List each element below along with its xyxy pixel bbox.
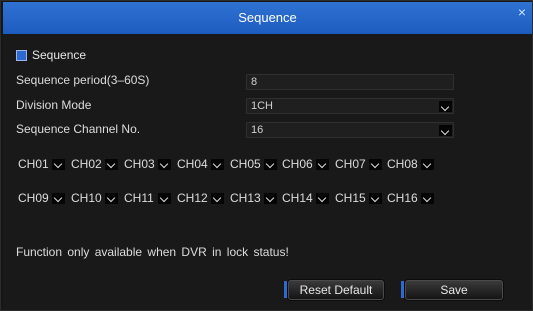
chevron-down-icon[interactable]: [421, 193, 434, 204]
channel-select-ch13[interactable]: CH13: [230, 190, 280, 206]
channel-label: CH05: [230, 157, 261, 171]
division-mode-value: 1CH: [251, 100, 274, 112]
channel-select-ch15[interactable]: CH15: [335, 190, 385, 206]
sequence-checkbox[interactable]: [16, 50, 27, 61]
channel-label: CH08: [387, 157, 418, 171]
chevron-down-icon[interactable]: [264, 159, 277, 170]
sequence-channel-no-select[interactable]: 16: [246, 122, 454, 138]
chevron-down-icon[interactable]: [52, 193, 65, 204]
chevron-down-icon[interactable]: [211, 193, 224, 204]
reset-default-button[interactable]: Reset Default: [288, 280, 384, 300]
chevron-down-icon[interactable]: [439, 125, 452, 136]
sequence-dialog: Sequence × Sequence Sequence period(3–60…: [0, 0, 533, 311]
chevron-down-icon[interactable]: [316, 159, 329, 170]
channel-select-ch02[interactable]: CH02: [71, 156, 121, 172]
channel-label: CH13: [230, 191, 261, 205]
channel-label: CH02: [71, 157, 102, 171]
sequence-period-value: 8: [251, 76, 258, 88]
channel-select-ch08[interactable]: CH08: [387, 156, 437, 172]
chevron-down-icon[interactable]: [211, 159, 224, 170]
sequence-period-input[interactable]: 8: [246, 74, 454, 90]
channel-select-ch10[interactable]: CH10: [71, 190, 121, 206]
channel-label: CH15: [335, 191, 366, 205]
channel-label: CH16: [387, 191, 418, 205]
chevron-down-icon[interactable]: [52, 159, 65, 170]
save-button-accent: [401, 281, 404, 298]
channel-select-ch07[interactable]: CH07: [335, 156, 385, 172]
chevron-down-icon[interactable]: [369, 159, 382, 170]
save-button[interactable]: Save: [405, 280, 503, 300]
channel-select-ch14[interactable]: CH14: [282, 190, 332, 206]
division-mode-label: Division Mode: [16, 98, 92, 112]
title-bar: Sequence ×: [3, 2, 532, 34]
division-mode-select[interactable]: 1CH: [246, 98, 454, 114]
channel-select-ch12[interactable]: CH12: [177, 190, 227, 206]
dialog-title: Sequence: [238, 10, 297, 25]
channel-select-ch04[interactable]: CH04: [177, 156, 227, 172]
chevron-down-icon[interactable]: [105, 159, 118, 170]
channel-select-ch11[interactable]: CH11: [124, 190, 174, 206]
channel-label: CH14: [282, 191, 313, 205]
channel-label: CH09: [18, 191, 49, 205]
channel-select-ch06[interactable]: CH06: [282, 156, 332, 172]
channel-label: CH07: [335, 157, 366, 171]
reset-button-accent: [284, 281, 287, 298]
chevron-down-icon[interactable]: [264, 193, 277, 204]
channel-label: CH11: [124, 191, 154, 205]
chevron-down-icon[interactable]: [369, 193, 382, 204]
lock-status-note: Function only available when DVR in lock…: [16, 245, 289, 259]
chevron-down-icon[interactable]: [421, 159, 434, 170]
channel-label: CH01: [18, 157, 49, 171]
channel-label: CH04: [177, 157, 208, 171]
channel-select-ch01[interactable]: CH01: [18, 156, 68, 172]
sequence-channel-no-label: Sequence Channel No.: [16, 122, 141, 136]
sequence-checkbox-label: Sequence: [32, 48, 87, 62]
close-icon[interactable]: ×: [518, 5, 526, 19]
channel-select-ch09[interactable]: CH09: [18, 190, 68, 206]
channel-label: CH12: [177, 191, 208, 205]
chevron-down-icon[interactable]: [316, 193, 329, 204]
channel-label: CH10: [71, 191, 102, 205]
chevron-down-icon[interactable]: [105, 193, 118, 204]
channel-label: CH06: [282, 157, 313, 171]
sequence-period-label: Sequence period(3–60S): [16, 73, 150, 87]
chevron-down-icon[interactable]: [158, 193, 171, 204]
sequence-channel-no-value: 16: [251, 124, 264, 136]
chevron-down-icon[interactable]: [158, 159, 171, 170]
channel-label: CH03: [124, 157, 155, 171]
channel-select-ch03[interactable]: CH03: [124, 156, 174, 172]
chevron-down-icon[interactable]: [439, 101, 452, 112]
channel-select-ch05[interactable]: CH05: [230, 156, 280, 172]
channel-select-ch16[interactable]: CH16: [387, 190, 437, 206]
